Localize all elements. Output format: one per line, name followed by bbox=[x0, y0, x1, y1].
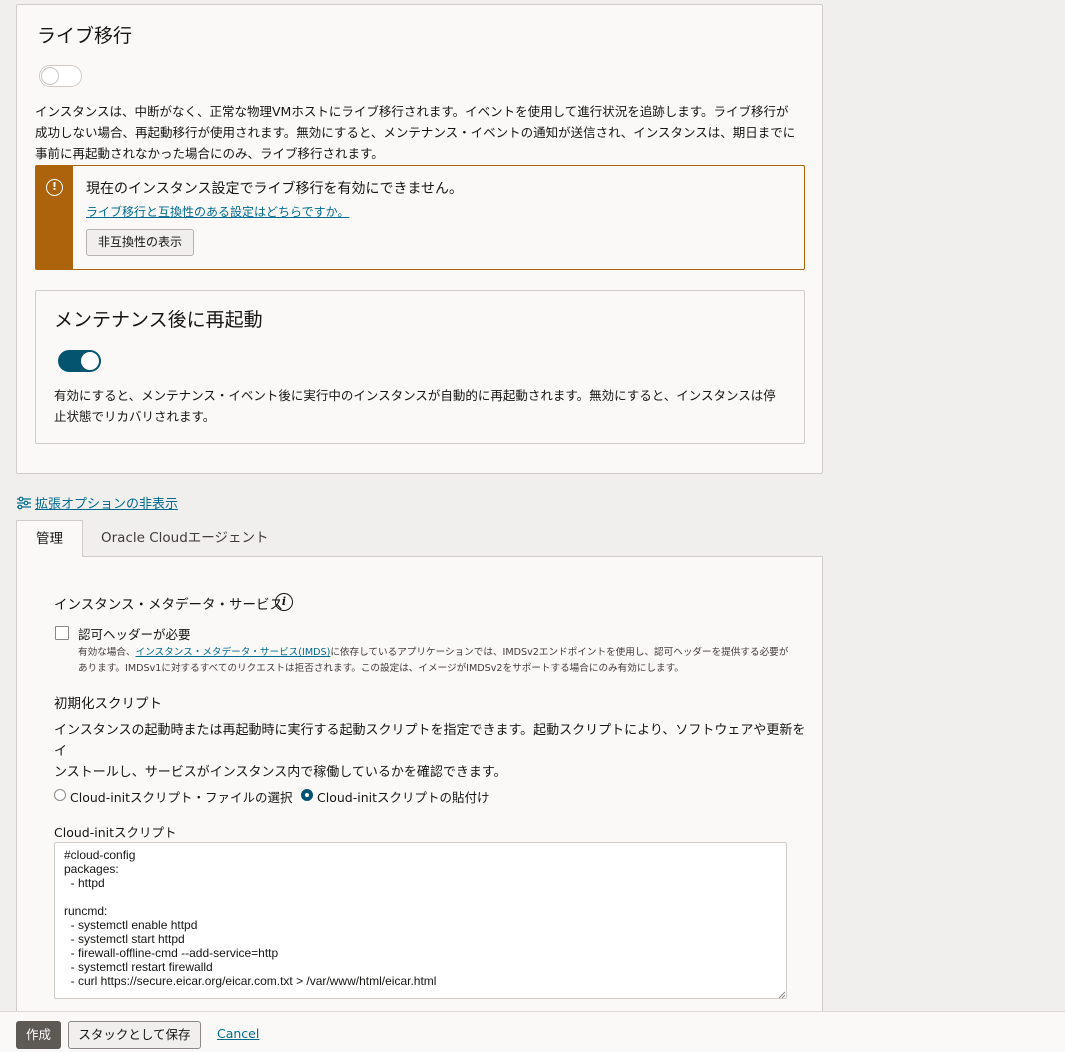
cloud-init-script-label: Cloud-initスクリプト bbox=[54, 825, 177, 840]
tab-management[interactable]: 管理 bbox=[16, 520, 83, 557]
radio-paste-script[interactable] bbox=[301, 789, 313, 801]
radio-paste-script-label: Cloud-initスクリプトの貼付け bbox=[317, 790, 490, 805]
require-auth-header-checkbox[interactable] bbox=[55, 626, 69, 640]
imds-help-text: 有効な場合、インスタンス・メタデータ・サービス(IMDS)に依存しているアプリケ… bbox=[78, 647, 789, 674]
sliders-icon bbox=[17, 496, 31, 509]
live-migration-title: ライブ移行 bbox=[37, 25, 133, 47]
show-incompatibility-button[interactable]: 非互換性の表示 bbox=[86, 229, 194, 256]
radio-choose-file[interactable] bbox=[54, 789, 66, 801]
cloud-init-script-textarea[interactable]: #cloud-config packages: - httpd runcmd: … bbox=[54, 842, 787, 999]
warning-bar: ! bbox=[36, 166, 73, 269]
imds-link[interactable]: インスタンス・メタデータ・サービス(IMDS) bbox=[136, 647, 331, 658]
init-script-description: インスタンスの起動時または再起動時に実行する起動スクリプトを指定できます。起動ス… bbox=[54, 723, 806, 780]
warning-message: 現在のインスタンス設定でライブ移行を有効にできません。 bbox=[86, 181, 464, 197]
footer-bar: 作成 スタックとして保存 Cancel bbox=[0, 1011, 1065, 1052]
resize-handle-icon[interactable] bbox=[778, 991, 786, 999]
live-migration-card: ライブ移行 インスタンスは、中断がなく、正常な物理VMホストにライブ移行されます… bbox=[16, 4, 823, 474]
restart-toggle[interactable] bbox=[58, 350, 101, 372]
init-script-title: 初期化スクリプト bbox=[54, 696, 162, 712]
restart-title: メンテナンス後に再起動 bbox=[54, 309, 263, 331]
info-icon[interactable]: i bbox=[275, 593, 293, 611]
compatible-settings-link[interactable]: ライブ移行と互換性のある設定はどちらですか。 bbox=[86, 203, 349, 220]
hide-advanced-options-link[interactable]: 拡張オプションの非表示 bbox=[16, 493, 178, 512]
warning-banner: ! 現在のインスタンス設定でライブ移行を有効にできません。 ライブ移行と互換性の… bbox=[35, 165, 805, 270]
live-migration-description: インスタンスは、中断がなく、正常な物理VMホストにライブ移行されます。イベントを… bbox=[35, 104, 796, 161]
restart-description: 有効にすると、メンテナンス・イベント後に実行中のインスタンスが自動的に再起動され… bbox=[54, 388, 776, 424]
create-button[interactable]: 作成 bbox=[16, 1021, 61, 1049]
save-as-stack-button[interactable]: スタックとして保存 bbox=[68, 1021, 201, 1049]
cancel-link[interactable]: Cancel bbox=[217, 1026, 259, 1041]
radio-choose-file-label: Cloud-initスクリプト・ファイルの選択 bbox=[70, 790, 293, 805]
alert-icon: ! bbox=[46, 179, 63, 196]
hide-advanced-options-label: 拡張オプションの非表示 bbox=[35, 497, 179, 512]
toggle-knob bbox=[81, 352, 99, 370]
tab-oracle-cloud-agent[interactable]: Oracle Cloudエージェント bbox=[101, 520, 269, 557]
live-migration-toggle[interactable] bbox=[39, 65, 82, 87]
restart-after-maintenance-card: メンテナンス後に再起動 有効にすると、メンテナンス・イベント後に実行中のインスタ… bbox=[35, 290, 805, 444]
management-panel: インスタンス・メタデータ・サービス i 認可ヘッダーが必要 有効な場合、インスタ… bbox=[16, 556, 823, 1026]
require-auth-header-label: 認可ヘッダーが必要 bbox=[78, 627, 191, 642]
toggle-knob bbox=[41, 67, 59, 85]
imds-title: インスタンス・メタデータ・サービス bbox=[54, 597, 283, 613]
